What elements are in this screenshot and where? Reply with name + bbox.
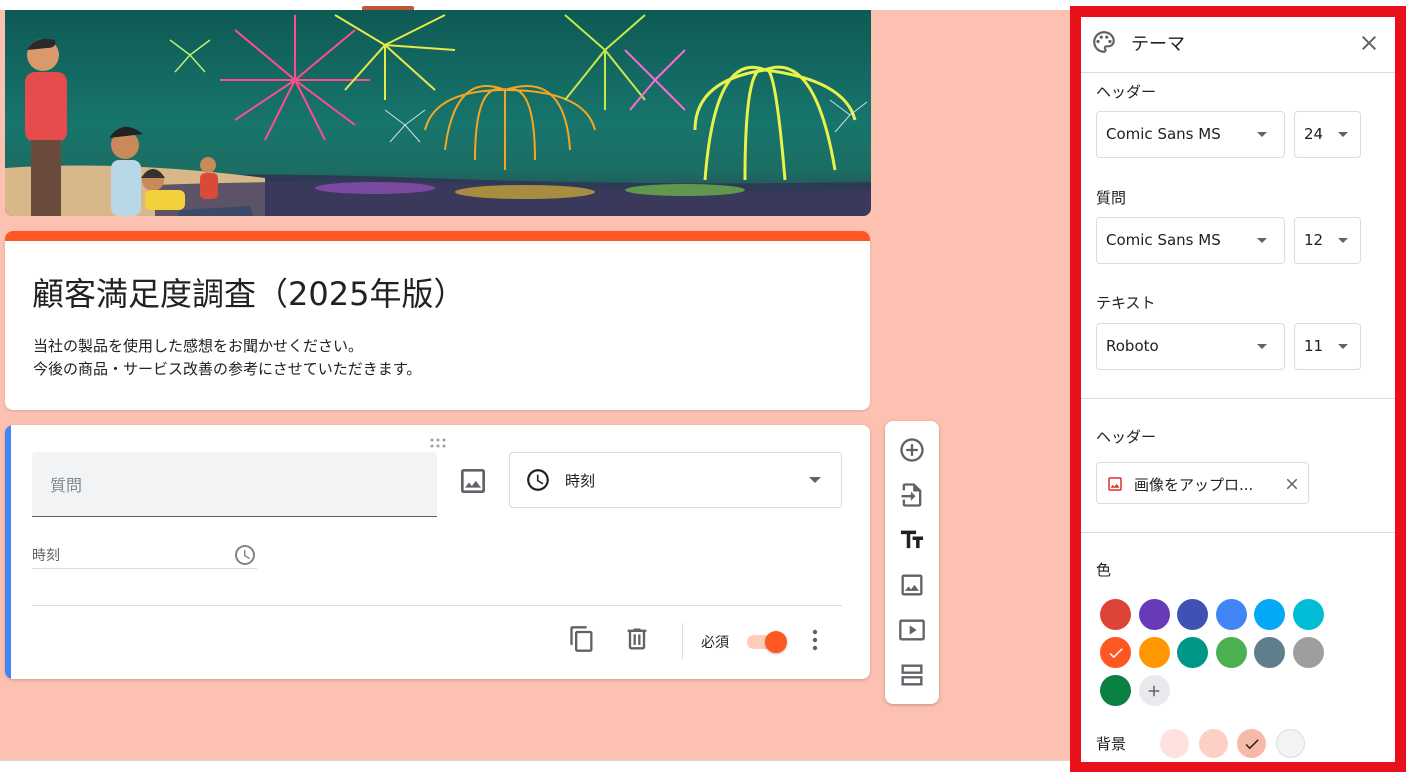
theme-panel: テーマ ヘッダー Comic Sans MS 24 質問 Comic Sans … (1081, 17, 1395, 762)
toggle-knob (765, 631, 787, 653)
image-icon (1106, 475, 1124, 497)
header-image (5, 10, 871, 216)
question-size-value: 12 (1304, 231, 1324, 249)
question-font-label: 質問 (1096, 189, 1127, 207)
text-size-select[interactable]: 11 (1294, 323, 1361, 370)
question-size-select[interactable]: 12 (1294, 217, 1361, 264)
upload-image-label: 画像をアップロ... (1134, 476, 1254, 494)
chevron-down-icon (809, 477, 821, 483)
floating-toolbar (885, 421, 939, 704)
header-font-label: ヘッダー (1096, 83, 1157, 101)
header-size-value: 24 (1304, 125, 1324, 143)
chevron-down-icon (1338, 132, 1348, 137)
color-swatch[interactable] (1100, 675, 1131, 706)
text-font-value: Roboto (1106, 337, 1159, 355)
color-swatch[interactable] (1254, 637, 1285, 668)
divider (32, 605, 842, 606)
chevron-down-icon (1257, 344, 1267, 349)
time-answer-placeholder: 時刻 (32, 548, 60, 564)
color-swatch[interactable] (1100, 637, 1131, 668)
theme-panel-header: テーマ (1081, 17, 1395, 73)
background-label: 背景 (1096, 735, 1127, 753)
chevron-down-icon (1257, 238, 1267, 243)
upload-image-button[interactable]: 画像をアップロ... (1096, 462, 1309, 504)
theme-panel-title: テーマ (1131, 34, 1185, 55)
question-title-input[interactable]: 質問 (32, 452, 437, 517)
clock-icon (525, 467, 551, 497)
close-icon[interactable] (1357, 31, 1381, 59)
required-toggle[interactable] (747, 631, 789, 653)
color-swatch[interactable] (1215, 637, 1247, 668)
close-icon[interactable] (1283, 475, 1301, 497)
active-indicator (5, 425, 11, 679)
chevron-down-icon (1338, 344, 1348, 349)
header-size-select[interactable]: 24 (1294, 111, 1361, 158)
add-video-icon[interactable] (898, 616, 926, 644)
bottom-strip (0, 760, 1070, 772)
form-title[interactable]: 顧客満足度調査（2025年版） (32, 269, 465, 315)
color-swatch[interactable] (1177, 599, 1208, 630)
clock-icon (233, 543, 257, 571)
background-swatch[interactable] (1237, 729, 1266, 758)
chevron-down-icon (1257, 132, 1267, 137)
top-strip (0, 0, 1070, 10)
palette-icon (1091, 29, 1117, 59)
description-line: 今後の商品・サービス改善の参考にさせていただきます。 (33, 360, 422, 378)
drag-handle-icon[interactable] (428, 433, 448, 448)
header-image-label: ヘッダー (1096, 428, 1157, 446)
time-answer-field: 時刻 (32, 543, 257, 569)
color-swatch[interactable] (1215, 599, 1247, 630)
question-font-value: Comic Sans MS (1106, 231, 1221, 249)
required-label: 必須 (701, 635, 729, 651)
text-size-value: 11 (1304, 337, 1324, 355)
divider (1081, 398, 1395, 399)
background-swatch[interactable] (1275, 729, 1305, 758)
text-font-label: テキスト (1096, 294, 1156, 312)
form-description[interactable]: 当社の製品を使用した感想をお聞かせください。 今後の商品・サービス改善の参考にさ… (33, 335, 421, 381)
color-swatch[interactable] (1100, 599, 1131, 630)
question-font-select[interactable]: Comic Sans MS (1096, 217, 1285, 264)
delete-icon[interactable] (623, 625, 651, 653)
header-font-select[interactable]: Comic Sans MS (1096, 111, 1285, 158)
question-card[interactable]: 質問 時刻 時刻 必須 (5, 425, 870, 679)
color-swatch[interactable] (1254, 599, 1285, 630)
add-question-icon[interactable] (898, 436, 926, 464)
color-swatch[interactable] (1138, 599, 1170, 630)
form-title-card[interactable]: 顧客満足度調査（2025年版） 当社の製品を使用した感想をお聞かせください。 今… (5, 231, 870, 410)
background-swatch[interactable] (1160, 729, 1189, 758)
more-options-icon[interactable] (805, 627, 825, 653)
question-type-label: 時刻 (565, 472, 596, 490)
color-swatch[interactable] (1138, 637, 1170, 668)
color-swatch[interactable] (1292, 637, 1324, 668)
divider (1081, 532, 1395, 533)
add-section-icon[interactable] (898, 661, 926, 689)
question-type-select[interactable]: 時刻 (509, 452, 842, 508)
color-label: 色 (1096, 561, 1112, 579)
color-swatch[interactable] (1292, 599, 1324, 630)
divider (682, 623, 683, 659)
header-font-value: Comic Sans MS (1106, 125, 1221, 143)
description-line: 当社の製品を使用した感想をお聞かせください。 (33, 337, 364, 355)
add-image-icon[interactable] (898, 571, 926, 599)
add-title-icon[interactable] (898, 526, 926, 554)
text-font-select[interactable]: Roboto (1096, 323, 1285, 370)
image-icon[interactable] (457, 465, 489, 497)
duplicate-icon[interactable] (568, 625, 596, 653)
import-questions-icon[interactable] (898, 481, 926, 509)
chevron-down-icon (1338, 238, 1348, 243)
add-color-icon[interactable] (1138, 675, 1170, 706)
background-swatch[interactable] (1198, 729, 1228, 758)
question-placeholder: 質問 (50, 476, 83, 495)
color-swatch[interactable] (1177, 637, 1208, 668)
accent-bar (5, 231, 870, 241)
